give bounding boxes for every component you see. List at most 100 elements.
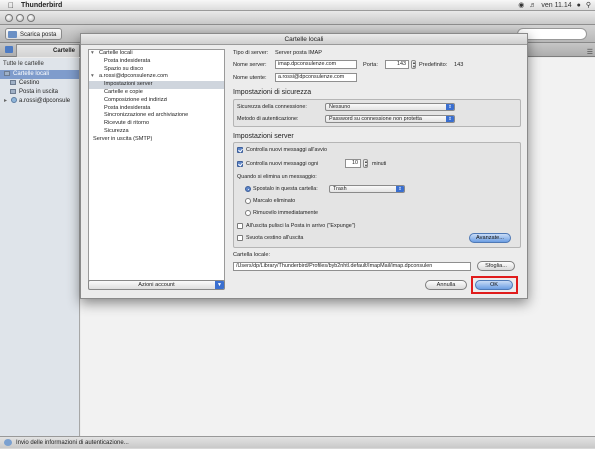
sidebar-item-label: Cestino [19,80,40,86]
expunge-inbox-checkbox[interactable] [237,223,243,229]
expunge-inbox-label: All'uscita pulisci la Posta in arrivo ("… [246,223,356,229]
menu-bar:  Thunderbird ◉ ♬ ven 11.14 ● ⚲ [0,0,595,11]
server-type-label: Tipo di server: [233,50,269,56]
apple-icon[interactable]:  [8,0,14,11]
chevron-updown-icon: ⇕ [446,104,454,110]
clock[interactable]: ven 11.14 [541,0,571,11]
zoom-window-button[interactable] [27,14,35,22]
trash-folder-select[interactable]: Trash ⇕ [329,185,405,193]
tree-item-junk-settings[interactable]: Posta indesiderata [89,105,224,113]
sidebar-item-label: Posta in uscita [19,89,59,95]
app-name-menu[interactable]: Thunderbird [21,0,62,11]
username-field[interactable]: a.rossi@dpconsulenze.com [275,73,357,82]
tree-item-smtp[interactable]: Server in uscita (SMTP) [89,136,224,144]
browse-button[interactable]: Sfoglia... [477,261,515,271]
close-window-button[interactable] [5,14,13,22]
empty-trash-label: Svuota cestino all'uscita [246,235,304,241]
wifi-icon[interactable]: ◉ [518,0,524,11]
auth-method-value: Password su connessione non protetta [329,116,422,122]
globe-icon [11,97,17,104]
disclosure-triangle-icon[interactable]: ▾ [91,73,99,81]
check-interval-stepper[interactable]: ▲ ▼ [363,159,368,168]
trash-icon [10,79,16,85]
mark-deleted-label: Marcalo eliminato [253,198,296,204]
default-port-label: Predefinito: [419,62,448,68]
port-label: Porta: [363,62,378,68]
get-mail-label: Scarica posta [20,32,57,38]
tree-item-server-settings[interactable]: Impostazioni server [89,81,224,89]
sidebar-item-outbox[interactable]: Posta in uscita [0,88,79,97]
mark-deleted-radio[interactable] [245,198,251,204]
port-stepper[interactable]: ▲ ▼ [411,60,416,69]
check-interval-field[interactable]: 10 [345,159,361,168]
sidebar-item-local-folders[interactable]: Cartelle locali [0,70,79,79]
folder-icon [5,46,13,53]
server-settings-section-title: Impostazioni server [233,133,294,140]
tree-item-label: a.rossi@dpconsulenze.com [99,73,168,80]
check-every-checkbox[interactable] [237,161,243,167]
tree-item-copies-folders[interactable]: Cartelle e copie [89,89,224,97]
server-type-value: Server posta IMAP [275,50,322,56]
activity-icon [4,439,12,446]
remove-immediately-label: Rimuovilo immediatamente [253,210,319,216]
tree-item-local-folders[interactable]: ▾ Cartelle locali [89,50,224,58]
port-field[interactable]: 143 [385,60,409,69]
tree-item-account[interactable]: ▾ a.rossi@dpconsulenze.com [89,73,224,81]
sidebar-item-trash[interactable]: Cestino [0,79,79,88]
sidebar-item-label: a.rossi@dpconsule [19,98,71,104]
account-actions-label: Azioni account [138,282,175,288]
folder-pane: Tutte le cartelle Cartelle locali Cestin… [0,58,80,436]
check-every-label: Controlla nuovi messaggi ogni [246,161,319,167]
volume-icon[interactable]: ♬ [529,0,536,11]
trash-folder-value: Trash [333,186,347,192]
remove-immediately-radio[interactable] [245,210,251,216]
on-delete-label: Quando si elimina un messaggio: [237,174,317,180]
tree-item-composition[interactable]: Composizione ed indirizzi [89,97,224,105]
outbox-icon [10,88,16,94]
spotlight-icon[interactable]: ⚲ [586,0,591,11]
chevron-updown-icon: ⇕ [396,186,404,192]
minutes-label: minuti [372,161,387,167]
advanced-button[interactable]: Avanzate... [469,233,511,243]
menu-status-area: ◉ ♬ ven 11.14 ● ⚲ [518,0,591,11]
tree-item-junk[interactable]: Posta indesiderata [89,58,224,66]
move-to-folder-radio[interactable] [245,186,251,192]
tree-item-disk-space[interactable]: Spazio su disco [89,66,224,74]
security-section-title: Impostazioni di sicurezza [233,89,312,96]
window-controls [5,14,35,22]
tree-item-receipts[interactable]: Ricevute di ritorno [89,120,224,128]
empty-trash-checkbox[interactable] [237,235,243,241]
account-actions-button[interactable]: Azioni account ▼ [88,280,225,290]
get-mail-button[interactable]: Scarica posta [5,28,63,40]
tree-item-security[interactable]: Sicurezza [89,128,224,136]
folder-icon [4,70,10,76]
disclosure-triangle-icon[interactable]: ▾ [91,50,99,58]
tab-folders[interactable]: Cartelle [16,44,80,57]
ok-highlight-frame [471,276,518,294]
status-text: Invio delle informazioni di autenticazio… [16,440,129,446]
account-tree: ▾ Cartelle locali Posta indesiderata Spaz… [88,49,225,285]
minimize-window-button[interactable] [16,14,24,22]
account-settings-dialog: Cartelle locali ▾ Cartelle locali Posta i… [80,33,528,299]
dialog-title: Cartelle locali [81,34,527,45]
server-name-field[interactable]: imap.dpconsulenze.com [275,60,357,69]
auth-method-label: Metodo di autenticazione: [237,116,299,122]
check-on-startup-checkbox[interactable] [237,147,243,153]
chevron-down-icon: ▼ [215,281,224,289]
connection-security-label: Sicurezza della connessione: [237,104,307,110]
tab-list-icon[interactable]: ☰ [587,48,593,56]
connection-security-select[interactable]: Nessuno ⇕ [325,103,455,111]
user-icon[interactable]: ● [577,0,581,11]
tree-item-sync[interactable]: Sincronizzazione ed archiviazione [89,112,224,120]
main-window: Scarica posta Cartelle ☰ Tutte le cartel… [0,11,595,448]
chevron-updown-icon: ⇕ [446,116,454,122]
auth-method-select[interactable]: Password su connessione non protetta ⇕ [325,115,455,123]
connection-security-value: Nessuno [329,104,351,110]
move-to-folder-label: Spostalo in questa cartella: [253,186,318,192]
sidebar-item-account[interactable]: ▸ a.rossi@dpconsule [0,97,79,106]
folder-pane-header[interactable]: Tutte le cartelle [0,58,79,70]
cancel-button[interactable]: Annulla [425,280,467,290]
local-directory-label: Cartella locale: [233,252,270,258]
disclosure-triangle-icon[interactable]: ▸ [4,97,10,106]
local-directory-field[interactable]: /Users/dp/Library/Thunderbird/Profiles/b… [233,262,471,271]
